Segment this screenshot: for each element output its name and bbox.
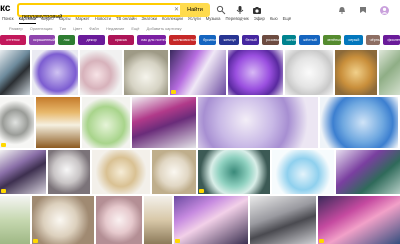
filter-item[interactable]: Ориентация [30, 26, 53, 31]
favorites-icon[interactable] [358, 5, 368, 15]
filter-item[interactable]: Размер [9, 26, 23, 31]
nav-item[interactable]: Музыка [206, 16, 221, 24]
image-thumbnail[interactable] [0, 50, 30, 95]
camera-search-icon[interactable] [250, 3, 264, 17]
related-query-chip[interactable]: жёлтый [299, 35, 321, 45]
related-query-chip[interactable]: белый [241, 35, 259, 45]
nav-item[interactable]: Знатоки [142, 16, 157, 24]
market-badge-icon [175, 239, 180, 243]
image-thumbnail[interactable] [0, 196, 30, 244]
image-row [0, 196, 400, 244]
related-query-chip[interactable]: краска [108, 35, 134, 45]
market-badge-icon [319, 239, 324, 243]
related-query-chip[interactable]: серый [344, 35, 363, 45]
image-row [0, 97, 398, 148]
image-thumbnail[interactable] [0, 97, 34, 148]
image-thumbnail[interactable] [132, 97, 196, 148]
find-button[interactable]: Найти [180, 3, 210, 17]
nav-item[interactable]: Видео [41, 16, 53, 24]
image-thumbnail[interactable] [36, 97, 80, 148]
related-query-chip[interactable]: бусины [199, 35, 217, 45]
related-query-chip[interactable]: зелёный [323, 35, 342, 45]
image-filters: Размер Ориентация Тип Цвет Файл Недавние Ещё До… [9, 26, 182, 31]
search-tools-icon[interactable] [214, 3, 228, 17]
market-badge-icon [1, 189, 6, 193]
related-query-chip[interactable]: фиолетовый [383, 35, 400, 45]
image-thumbnail[interactable] [152, 150, 196, 194]
nav-item[interactable]: Услуги [188, 16, 201, 24]
image-thumbnail[interactable] [174, 196, 248, 244]
market-badge-icon [171, 90, 176, 94]
filter-item[interactable]: Тип [59, 26, 66, 31]
filter-item[interactable]: Добавить картинку [147, 26, 182, 31]
nav-item[interactable]: Поиск [2, 16, 14, 24]
related-query-chip[interactable]: окрашенный [28, 35, 55, 45]
image-thumbnail[interactable] [335, 50, 377, 95]
related-query-chip[interactable]: лак [57, 35, 76, 45]
related-query-chip[interactable]: лак для ногтей [136, 35, 167, 45]
services-nav: Поиск Картинки Видео Карты Маркет Новости ТВ о… [2, 16, 291, 24]
image-thumbnail[interactable] [318, 196, 400, 244]
market-badge-icon [1, 143, 6, 147]
image-thumbnail[interactable] [96, 196, 142, 244]
nav-item[interactable]: Маркет [76, 16, 90, 24]
market-badge-icon [33, 239, 38, 243]
image-thumbnail[interactable] [250, 196, 316, 244]
nav-item[interactable]: Переводчик [226, 16, 249, 24]
nav-item[interactable]: Новости [95, 16, 111, 24]
logo[interactable]: кс [0, 2, 14, 16]
nav-item[interactable]: Кью [270, 16, 278, 24]
related-query-chip[interactable]: синий [282, 35, 297, 45]
related-query-chip[interactable]: жемчуг [219, 35, 239, 45]
image-row [0, 50, 400, 95]
image-thumbnail[interactable] [336, 150, 400, 194]
market-badge-icon [199, 189, 204, 193]
filter-item[interactable]: Ещё [131, 26, 139, 31]
nav-item[interactable]: Ещё [283, 16, 292, 24]
microphone-icon[interactable] [233, 3, 247, 17]
image-thumbnail[interactable] [144, 196, 172, 244]
nav-item[interactable]: Коллекции [162, 16, 183, 24]
image-thumbnail[interactable] [0, 150, 46, 194]
image-thumbnail[interactable] [198, 150, 270, 194]
nav-item[interactable]: Картинки [18, 16, 37, 24]
image-thumbnail[interactable] [285, 50, 333, 95]
image-thumbnail[interactable] [170, 50, 226, 95]
image-thumbnail[interactable] [48, 150, 90, 194]
nav-item[interactable]: ТВ онлайн [116, 16, 137, 24]
filter-item[interactable]: Недавние [106, 26, 124, 31]
search-box[interactable]: ✕ [17, 3, 182, 22]
image-thumbnail[interactable] [320, 97, 398, 148]
related-query-chip[interactable]: оттенок [0, 35, 26, 45]
nav-item[interactable]: Эфир [254, 16, 265, 24]
image-thumbnail[interactable] [82, 97, 130, 148]
image-thumbnail[interactable] [272, 150, 334, 194]
related-query-chip[interactable]: розовый [261, 35, 280, 45]
image-thumbnail[interactable] [228, 50, 283, 95]
clear-icon[interactable]: ✕ [174, 6, 179, 14]
filter-item[interactable]: Файл [89, 26, 99, 31]
related-query-chip[interactable]: чёрный [365, 35, 381, 45]
image-thumbnail[interactable] [32, 196, 94, 244]
image-thumbnail[interactable] [379, 50, 400, 95]
related-query-chip[interactable]: декор [78, 35, 106, 45]
image-thumbnail[interactable] [198, 97, 318, 148]
image-thumbnail[interactable] [124, 50, 168, 95]
nav-item[interactable]: Карты [59, 16, 71, 24]
related-queries: оттенок окрашенный лак декор краска лак для н… [0, 35, 400, 47]
image-thumbnail[interactable] [92, 150, 150, 194]
notifications-icon[interactable] [337, 5, 347, 15]
related-query-chip[interactable]: шелковистый [169, 35, 197, 45]
avatar[interactable] [379, 5, 389, 15]
image-thumbnail[interactable] [80, 50, 122, 95]
image-thumbnail[interactable] [32, 50, 78, 95]
image-row [0, 150, 400, 194]
filter-item[interactable]: Цвет [73, 26, 82, 31]
